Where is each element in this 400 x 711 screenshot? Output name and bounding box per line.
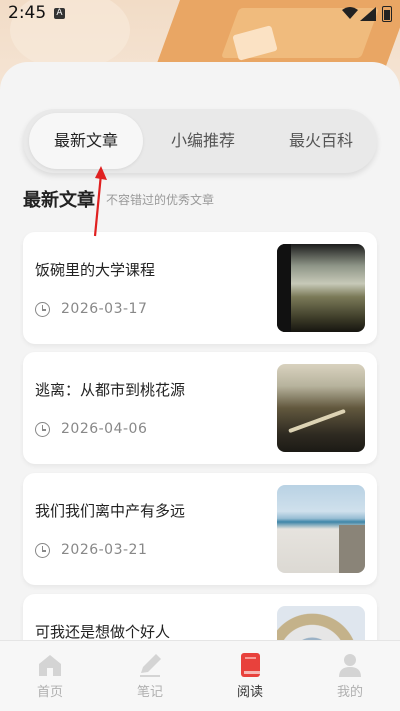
user-icon <box>339 654 361 677</box>
article-thumbnail <box>277 364 365 452</box>
status-time: 2:45 <box>8 3 47 23</box>
article-title: 可我还是想做个好人 <box>35 623 171 641</box>
clock-icon <box>35 543 50 558</box>
nav-reading-label: 阅读 <box>236 685 263 700</box>
article-date: 2026-03-21 <box>61 542 148 558</box>
clock-icon <box>35 302 50 317</box>
annotation-arrow-up-icon <box>93 166 107 237</box>
tab-latest-articles[interactable]: 最新文章 <box>29 113 143 169</box>
article-card[interactable]: 饭碗里的大学课程 2026-03-17 <box>23 232 377 344</box>
nav-home[interactable]: 首页 <box>20 651 80 700</box>
battery-icon <box>382 6 392 22</box>
book-icon <box>241 653 260 677</box>
clock-icon <box>35 422 50 437</box>
section-subtitle: 不容错过的优秀文章 <box>106 193 215 207</box>
nav-reading[interactable]: 阅读 <box>220 651 280 700</box>
article-thumbnail <box>277 485 365 573</box>
article-title: 饭碗里的大学课程 <box>35 261 156 279</box>
status-bar: 2:45 A <box>0 0 400 28</box>
content-panel: 最新文章 小编推荐 最火百科 最新文章 不容错过的优秀文章 饭碗里的大学课程 2… <box>0 62 400 710</box>
article-title: 逃离：从都市到桃花源 <box>35 381 186 399</box>
article-date: 2026-03-17 <box>61 301 148 317</box>
home-icon <box>39 655 61 676</box>
article-title: 我们我们离中产有多远 <box>35 502 186 520</box>
section-title: 最新文章 <box>23 190 95 211</box>
pen-icon <box>140 654 161 677</box>
signal-icon <box>360 7 376 21</box>
nav-profile-label: 我的 <box>336 685 363 700</box>
article-date: 2026-04-06 <box>61 421 148 437</box>
article-thumbnail <box>277 244 365 332</box>
bottom-nav: 首页 笔记 阅读 我的 <box>0 640 400 711</box>
nav-notes[interactable]: 笔记 <box>120 651 180 700</box>
nav-notes-label: 笔记 <box>136 685 163 700</box>
tab-editor-picks[interactable]: 小编推荐 <box>153 113 253 169</box>
nav-home-label: 首页 <box>36 685 63 700</box>
article-card[interactable]: 我们我们离中产有多远 2026-03-21 <box>23 473 377 585</box>
tab-hot-encyclopedia[interactable]: 最火百科 <box>271 113 371 169</box>
wifi-icon <box>342 7 358 19</box>
article-card[interactable]: 逃离：从都市到桃花源 2026-04-06 <box>23 352 377 464</box>
tab-bar: 最新文章 小编推荐 最火百科 <box>23 109 377 173</box>
nav-profile[interactable]: 我的 <box>320 651 380 700</box>
notification-icon: A <box>54 8 65 19</box>
